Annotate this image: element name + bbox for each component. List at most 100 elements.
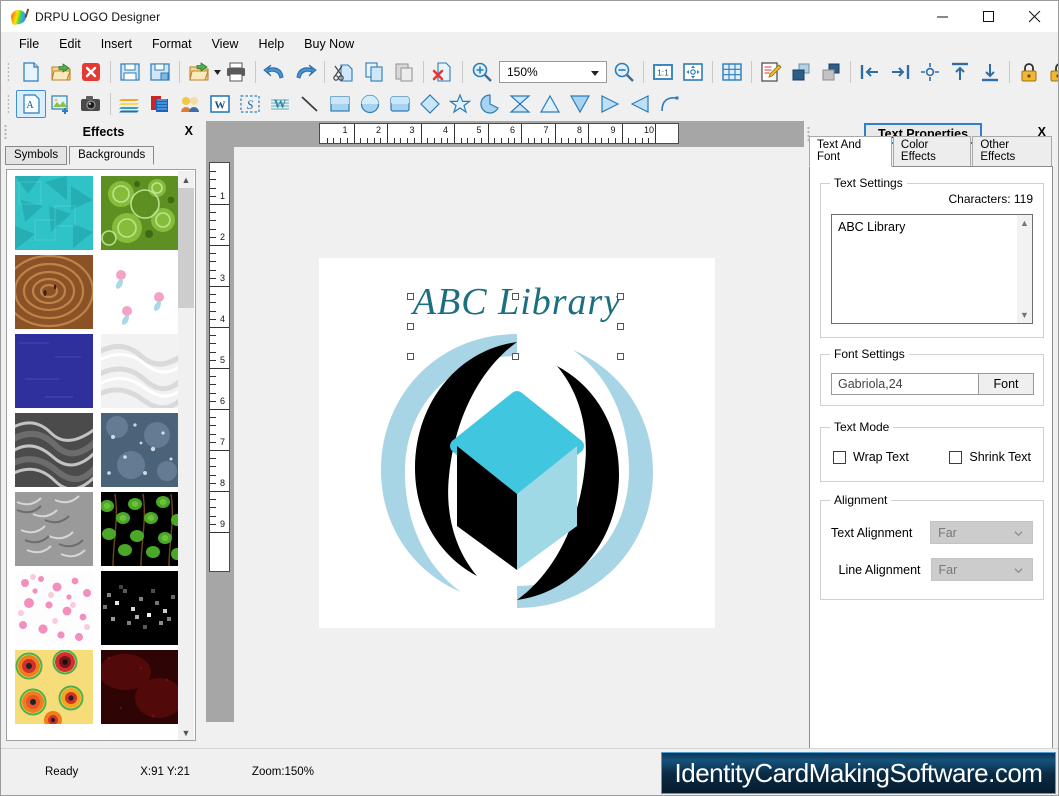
align-top-icon[interactable] [945,58,975,86]
arc-tool-icon[interactable] [475,90,505,118]
thumbnail-teal-geometric[interactable] [15,176,93,250]
line-alignment-select[interactable]: Far [930,558,1033,581]
menu-file[interactable]: File [9,34,49,54]
scroll-up-icon[interactable]: ▲ [1017,218,1032,228]
align-right-icon[interactable] [885,58,915,86]
actual-size-icon[interactable]: 1:1 [648,58,678,86]
chevron-down-icon[interactable] [591,71,599,76]
text-alignment-select[interactable]: Far [930,521,1033,544]
scroll-down-icon[interactable]: ▼ [178,724,194,740]
checkbox-box[interactable] [833,450,846,464]
thumbnail-pink-blossom-white[interactable] [15,571,93,645]
minimize-icon[interactable] [920,1,966,32]
fit-page-icon[interactable] [678,58,708,86]
edit-properties-icon[interactable] [756,58,786,86]
lock-icon[interactable] [1014,58,1044,86]
selection-handle[interactable] [407,293,414,300]
effects-panel-close-icon[interactable]: X [185,124,193,138]
thumbnail-blue-bokeh[interactable] [101,413,179,487]
scroll-up-icon[interactable]: ▲ [178,171,194,188]
close-document-icon[interactable] [76,58,106,86]
backgrounds-thumbnail-list[interactable]: ▲ ▼ [6,169,196,741]
zoom-combo[interactable]: 150% [499,61,607,83]
chevron-down-icon[interactable] [1014,566,1023,575]
menu-insert[interactable]: Insert [91,34,142,54]
thumbnail-dark-red[interactable] [101,650,179,724]
selection-handle[interactable] [407,323,414,330]
unlock-icon[interactable] [1044,58,1058,86]
ellipse-tool-icon[interactable] [355,90,385,118]
rectangle-tool-icon[interactable] [325,90,355,118]
tab-color-effects[interactable]: Color Effects [892,136,972,167]
copy-icon[interactable] [359,58,389,86]
undo-icon[interactable] [260,58,290,86]
text-input[interactable]: ABC Library [831,214,1029,324]
scroll-down-icon[interactable]: ▼ [1017,310,1032,320]
selection-handle[interactable] [617,323,624,330]
thumbnail-grey-feather[interactable] [15,492,93,566]
triangle-right-icon[interactable] [595,90,625,118]
tab-symbols[interactable]: Symbols [5,146,68,165]
add-text-icon[interactable]: A [16,90,46,118]
thumbnail-white-silk[interactable] [101,334,179,408]
line-tool-icon[interactable] [295,90,325,118]
toolbar-grip[interactable] [5,93,13,115]
triangle-up-icon[interactable] [535,90,565,118]
save-as-icon[interactable] [145,58,175,86]
thumbnail-grey-waves[interactable] [15,413,93,487]
export-dropdown-icon[interactable] [214,69,221,75]
tab-text-and-font[interactable]: Text And Font [809,136,892,167]
tab-other-effects[interactable]: Other Effects [972,136,1052,167]
logo-text[interactable]: ABC Library [319,280,715,324]
chevron-down-icon[interactable] [1014,529,1023,538]
tab-backgrounds[interactable]: Backgrounds [69,146,155,165]
promo-banner[interactable]: IdentityCardMakingSoftware.com [661,752,1056,794]
close-icon[interactable] [1012,1,1058,32]
align-left-icon[interactable] [855,58,885,86]
wrap-text-checkbox[interactable]: Wrap Text [833,450,909,464]
selection-handle[interactable] [407,353,414,360]
menu-format[interactable]: Format [142,34,202,54]
send-to-back-icon[interactable] [816,58,846,86]
paste-icon[interactable] [389,58,419,86]
butterfly-shape-icon[interactable] [505,90,535,118]
effects-scrollbar[interactable]: ▲ ▼ [178,171,194,740]
toolbar-grip[interactable] [5,61,13,83]
menu-view[interactable]: View [202,34,249,54]
export-icon[interactable] [184,58,214,86]
star-tool-icon[interactable] [445,90,475,118]
scrollbar-thumb[interactable] [178,188,194,308]
save-icon[interactable] [115,58,145,86]
maximize-icon[interactable] [966,1,1012,32]
zoom-out-icon[interactable] [609,58,639,86]
open-folder-icon[interactable] [46,58,76,86]
thumbnail-brown-wood-swirl[interactable] [15,255,93,329]
thumbnail-green-circles[interactable] [101,176,179,250]
menu-edit[interactable]: Edit [49,34,91,54]
text-lines-icon[interactable]: W [265,90,295,118]
grid-icon[interactable] [717,58,747,86]
shape-text-icon[interactable]: S [235,90,265,118]
thumbnail-black-pixel-lights[interactable] [101,571,179,645]
delete-icon[interactable] [428,58,458,86]
align-bottom-icon[interactable] [975,58,1005,86]
logo-artwork[interactable]: ABC Library [319,258,715,628]
redo-icon[interactable] [290,58,320,86]
menu-help[interactable]: Help [248,34,294,54]
canvas-area[interactable]: ABC Library [234,147,804,748]
shrink-text-checkbox[interactable]: Shrink Text [949,450,1031,464]
watermark-icon[interactable] [145,90,175,118]
bring-to-front-icon[interactable] [786,58,816,86]
barcode-icon[interactable] [115,90,145,118]
selection-handle[interactable] [512,353,519,360]
thumbnail-orange-flowers-yellow[interactable] [15,650,93,724]
align-center-icon[interactable] [915,58,945,86]
thumbnail-green-leaves-black[interactable] [101,492,179,566]
signature-icon[interactable] [175,90,205,118]
print-icon[interactable] [221,58,251,86]
new-document-icon[interactable] [16,58,46,86]
triangle-left-icon[interactable] [625,90,655,118]
thumbnail-pink-flowers-white[interactable] [101,255,179,329]
selection-handle[interactable] [617,293,624,300]
thumbnail-blue-paper[interactable] [15,334,93,408]
